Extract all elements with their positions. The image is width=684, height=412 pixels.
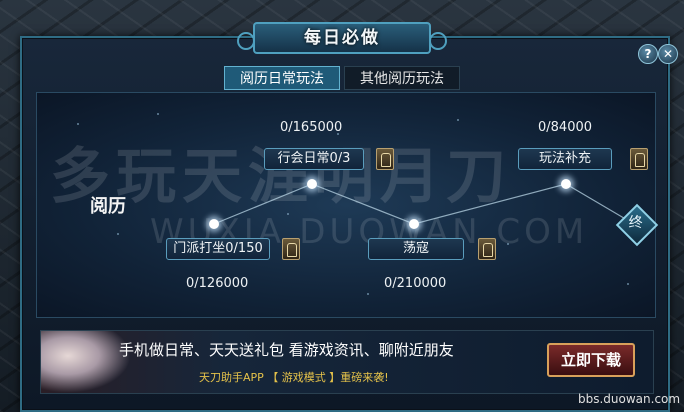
star-decoration: [367, 293, 369, 295]
close-button[interactable]: ✕: [658, 44, 678, 64]
site-watermark: bbs.duowan.com: [578, 392, 681, 406]
help-button[interactable]: ?: [638, 44, 658, 64]
banner-character-art: [41, 331, 131, 393]
node-dot: [561, 179, 571, 189]
scroll-icon[interactable]: [282, 238, 300, 260]
banner-headline: 手机做日常、天天送礼包 看游戏资讯、聊附近朋友: [119, 341, 454, 359]
experience-root-label: 阅历: [90, 196, 126, 217]
extra-play-progress: 0/84000: [538, 120, 593, 135]
download-now-button[interactable]: 立即下载: [547, 343, 635, 377]
banner-subline: 天刀助手APP 【 游戏模式 】重磅来袭!: [199, 371, 389, 384]
bandit-suppression-node[interactable]: 荡寇: [368, 238, 464, 260]
scroll-icon[interactable]: [376, 148, 394, 170]
star-decoration: [627, 283, 629, 285]
guild-daily-progress: 0/165000: [280, 120, 343, 135]
star-decoration: [507, 243, 509, 245]
node-dot: [209, 219, 219, 229]
star-decoration: [117, 233, 119, 235]
node-dot: [409, 219, 419, 229]
app-promo-banner: 手机做日常、天天送礼包 看游戏资讯、聊附近朋友 天刀助手APP 【 游戏模式 】…: [40, 330, 654, 394]
star-decoration: [77, 123, 79, 125]
scroll-icon[interactable]: [478, 238, 496, 260]
sect-meditation-node[interactable]: 门派打坐0/150: [166, 238, 270, 260]
star-decoration: [287, 213, 289, 215]
window-title: 每日必做: [237, 22, 447, 54]
star-decoration: [157, 113, 159, 115]
scroll-icon[interactable]: [630, 148, 648, 170]
guild-daily-node[interactable]: 行会日常0/3: [264, 148, 364, 170]
extra-play-node[interactable]: 玩法补充: [518, 148, 612, 170]
bandit-suppression-progress: 0/210000: [384, 276, 447, 291]
sect-meditation-progress: 0/126000: [186, 276, 249, 291]
node-dot: [307, 179, 317, 189]
tab-daily-experience[interactable]: 阅历日常玩法: [224, 66, 340, 90]
star-decoration: [457, 119, 459, 121]
tab-other-experience[interactable]: 其他阅历玩法: [344, 66, 460, 90]
